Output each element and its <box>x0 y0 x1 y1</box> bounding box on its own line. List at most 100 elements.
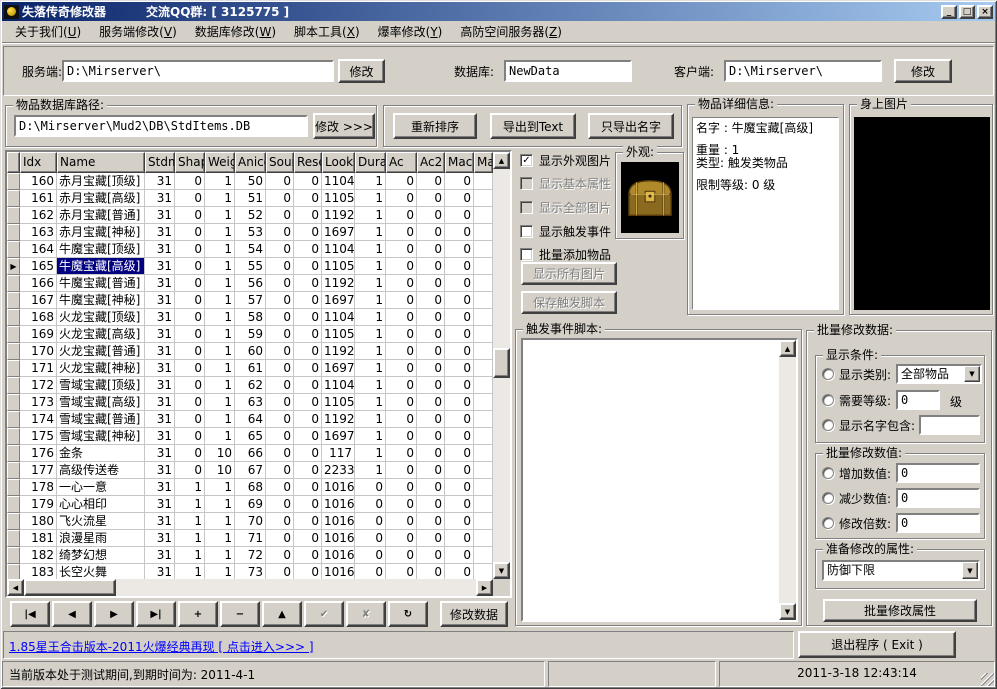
data-cell[interactable]: 0 <box>266 190 294 207</box>
edit-record-button[interactable]: ▲ <box>262 601 302 627</box>
data-cell[interactable]: 31 <box>145 564 175 579</box>
data-cell[interactable]: 0 <box>445 547 474 564</box>
data-cell[interactable]: 0 <box>294 326 322 343</box>
data-cell[interactable]: 163 <box>20 224 57 241</box>
client-path-input[interactable] <box>724 60 882 82</box>
data-cell[interactable]: 0 <box>417 564 445 579</box>
scroll-right-button[interactable]: ▶ <box>476 579 493 596</box>
data-cell[interactable]: 0 <box>417 360 445 377</box>
data-cell[interactable]: 0 <box>294 479 322 496</box>
data-cell[interactable]: 0 <box>266 241 294 258</box>
data-cell[interactable]: 1016 <box>322 513 355 530</box>
data-cell[interactable]: 0 <box>386 411 417 428</box>
data-cell[interactable]: 164 <box>20 241 57 258</box>
title-bar[interactable]: 失落传奇修改器 交流QQ群: [ 3125775 ] _ □ × <box>2 2 995 21</box>
data-cell[interactable]: 0 <box>266 360 294 377</box>
name-cell[interactable]: 牛魔宝藏[神秘] <box>57 292 145 309</box>
data-cell[interactable]: 170 <box>20 343 57 360</box>
data-cell[interactable]: 64 <box>235 411 266 428</box>
data-cell[interactable]: 0 <box>386 343 417 360</box>
data-cell[interactable]: 0 <box>266 564 294 579</box>
data-cell[interactable]: 0 <box>175 462 205 479</box>
data-cell[interactable]: 0 <box>417 275 445 292</box>
data-cell[interactable]: 1 <box>205 309 235 326</box>
data-cell[interactable]: 0 <box>266 173 294 190</box>
data-cell[interactable]: 0 <box>417 513 445 530</box>
name-cell[interactable]: 绮梦幻想 <box>57 547 145 564</box>
data-cell[interactable]: 0 <box>175 241 205 258</box>
data-cell[interactable]: 0 <box>445 564 474 579</box>
sub-value-input[interactable] <box>896 488 980 508</box>
data-cell[interactable]: 0 <box>445 207 474 224</box>
modify-data-button[interactable]: 修改数据 <box>440 601 508 627</box>
data-cell[interactable]: 0 <box>386 496 417 513</box>
data-cell[interactable]: 162 <box>20 207 57 224</box>
data-cell[interactable]: 0 <box>266 207 294 224</box>
data-cell[interactable] <box>474 394 493 411</box>
data-cell[interactable]: 0 <box>175 292 205 309</box>
data-cell[interactable]: 0 <box>386 258 417 275</box>
data-cell[interactable]: 0 <box>386 547 417 564</box>
checkbox[interactable]: ✓ <box>520 154 533 167</box>
menu-item[interactable]: 服务端修改(V) <box>90 21 186 42</box>
data-cell[interactable]: 0 <box>266 513 294 530</box>
data-cell[interactable]: 1192 <box>322 275 355 292</box>
horizontal-scroll-thumb[interactable] <box>24 579 116 596</box>
name-cell[interactable]: 火龙宝藏[顶级] <box>57 309 145 326</box>
row-indicator[interactable] <box>7 377 20 394</box>
data-cell[interactable]: 1 <box>205 496 235 513</box>
data-cell[interactable] <box>474 275 493 292</box>
data-cell[interactable]: 117 <box>322 445 355 462</box>
data-cell[interactable]: 0 <box>417 411 445 428</box>
data-cell[interactable]: 0 <box>175 326 205 343</box>
data-cell[interactable]: 10 <box>205 445 235 462</box>
data-cell[interactable] <box>474 496 493 513</box>
data-cell[interactable]: 0 <box>445 224 474 241</box>
data-cell[interactable]: 1105 <box>322 326 355 343</box>
menu-item[interactable]: 高防空间服务器(Z) <box>451 21 571 42</box>
data-cell[interactable]: 0 <box>175 258 205 275</box>
data-cell[interactable]: 1104 <box>322 377 355 394</box>
table-row[interactable]: 168火龙宝藏[顶级]3101580011041000 <box>7 309 493 326</box>
data-cell[interactable]: 0 <box>386 479 417 496</box>
data-cell[interactable]: 1 <box>175 547 205 564</box>
data-cell[interactable]: 0 <box>445 326 474 343</box>
data-cell[interactable]: 0 <box>266 343 294 360</box>
data-cell[interactable]: 31 <box>145 207 175 224</box>
data-cell[interactable]: 0 <box>445 190 474 207</box>
data-cell[interactable]: 1 <box>205 343 235 360</box>
data-cell[interactable]: 0 <box>417 377 445 394</box>
data-cell[interactable]: 0 <box>445 479 474 496</box>
data-cell[interactable]: 1 <box>175 564 205 579</box>
data-cell[interactable]: 0 <box>445 343 474 360</box>
data-cell[interactable]: 1104 <box>322 173 355 190</box>
data-cell[interactable]: 0 <box>355 530 386 547</box>
data-cell[interactable]: 0 <box>175 394 205 411</box>
data-cell[interactable]: 31 <box>145 275 175 292</box>
current-row-indicator[interactable]: ▶ <box>7 258 20 275</box>
data-cell[interactable]: 1 <box>355 275 386 292</box>
data-cell[interactable]: 59 <box>235 326 266 343</box>
data-cell[interactable]: 1016 <box>322 530 355 547</box>
menu-item[interactable]: 关于我们(U) <box>6 21 90 42</box>
prior-record-button[interactable]: ◀ <box>52 601 92 627</box>
data-cell[interactable]: 31 <box>145 394 175 411</box>
data-cell[interactable]: 169 <box>20 326 57 343</box>
table-row[interactable]: 174雪域宝藏[普通]3101640011921000 <box>7 411 493 428</box>
data-cell[interactable]: 173 <box>20 394 57 411</box>
data-cell[interactable]: 1 <box>205 360 235 377</box>
next-record-button[interactable]: ▶ <box>94 601 134 627</box>
data-cell[interactable]: 0 <box>445 394 474 411</box>
data-cell[interactable]: 31 <box>145 445 175 462</box>
data-cell[interactable]: 0 <box>294 564 322 579</box>
data-cell[interactable]: 0 <box>175 309 205 326</box>
data-cell[interactable]: 0 <box>175 275 205 292</box>
name-cell[interactable]: 高级传送卷 <box>57 462 145 479</box>
name-cell[interactable]: 飞火流星 <box>57 513 145 530</box>
data-cell[interactable]: 0 <box>175 428 205 445</box>
mul-value-input[interactable] <box>896 513 980 533</box>
data-cell[interactable]: 0 <box>386 564 417 579</box>
table-row[interactable]: 178一心一意3111680010160000 <box>7 479 493 496</box>
data-cell[interactable]: 1016 <box>322 479 355 496</box>
table-row[interactable]: 173雪域宝藏[高级]3101630011051000 <box>7 394 493 411</box>
